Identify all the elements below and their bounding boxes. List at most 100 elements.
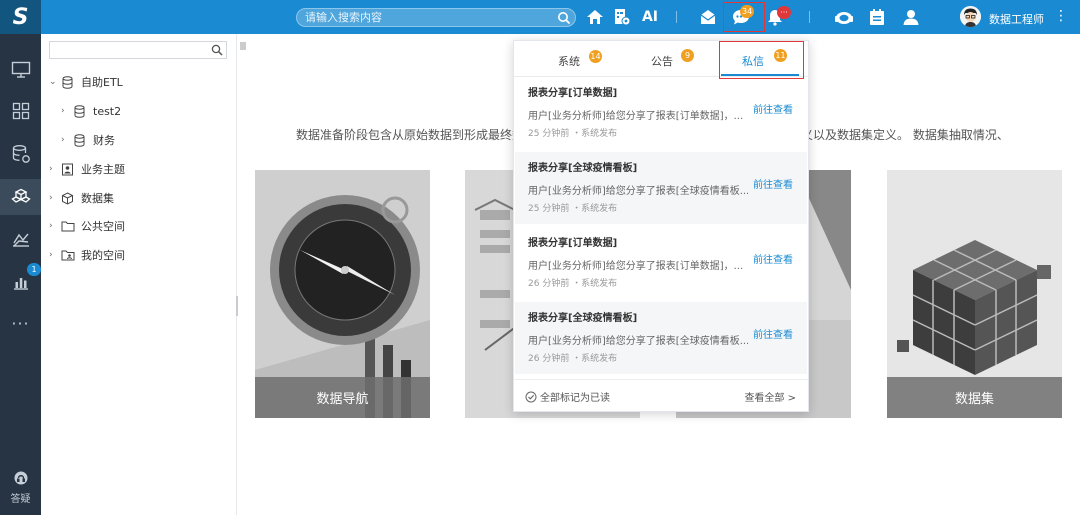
- message-meta: 26 分钟前 ・系统发布: [528, 279, 618, 289]
- logo-text: S: [12, 4, 29, 30]
- layers-chart-icon: [12, 233, 29, 247]
- view-message-link[interactable]: 前往查看: [753, 251, 793, 266]
- app-logo[interactable]: S: [0, 0, 41, 34]
- bar-chart-icon: [13, 278, 28, 290]
- message-body: 用户[业务分析师]给您分享了报表[订单数据]，...: [528, 111, 744, 122]
- card-caption: 数据导航: [255, 377, 430, 418]
- card-data-navigation[interactable]: 数据导航: [255, 170, 430, 418]
- report-settings-icon[interactable]: [612, 7, 632, 27]
- tree-node-public-space[interactable]: › 公共空间: [49, 217, 125, 235]
- avatar[interactable]: [960, 6, 981, 27]
- mark-all-read-label: 全部标记为已读: [540, 393, 610, 404]
- list-item[interactable]: 报表分享[全球疫情看板] 用户[业务分析师]给您分享了报表[全球疫情看板... …: [515, 302, 807, 374]
- monitor-icon: [11, 61, 30, 78]
- chevron-right-icon[interactable]: ›: [49, 221, 61, 231]
- chevron-right-icon[interactable]: ›: [49, 250, 61, 260]
- list-item[interactable]: 报表分享[订单数据] 用户[业务分析师]给您分享了报表[订单数据]，... 前往…: [515, 227, 807, 299]
- message-body: 用户[业务分析师]给您分享了报表[全球疫情看板...: [528, 336, 748, 347]
- ai-icon[interactable]: AI: [640, 7, 660, 27]
- resource-tree-panel: ⌄ 自助ETL › test2 › 财务 › 业务主题 › 数据集 › 公共空间…: [41, 34, 238, 515]
- message-meta: 25 分钟前 ・系统发布: [528, 204, 618, 214]
- home-icon[interactable]: [585, 7, 605, 27]
- tree-search-input[interactable]: [49, 41, 227, 59]
- tree-node-etl[interactable]: ⌄ 自助ETL: [49, 73, 123, 91]
- tab-announcement[interactable]: 公告: [651, 53, 673, 69]
- view-all-link[interactable]: 查看全部 >: [744, 389, 796, 404]
- divider: [676, 11, 677, 23]
- tree-node-my-space[interactable]: › 我的空间: [49, 246, 125, 264]
- tree-node-label: 我的空间: [81, 249, 125, 262]
- message-meta: 25 分钟前 ・系统发布: [528, 129, 618, 139]
- rail-data-prep[interactable]: [0, 179, 41, 215]
- message-title: 报表分享[订单数据]: [528, 238, 618, 249]
- view-message-link[interactable]: 前往查看: [753, 176, 793, 191]
- user-icon[interactable]: [901, 7, 921, 27]
- tree-node-label: 公共空间: [81, 220, 125, 233]
- tab-system[interactable]: 系统: [558, 53, 580, 69]
- more-menu-icon[interactable]: ⋮: [1054, 8, 1068, 24]
- rail-data-source[interactable]: [0, 136, 41, 172]
- intro-text-right: 定义以及数据集定义。 数据集抽取情况、: [789, 128, 1009, 142]
- message-title: 报表分享[全球疫情看板]: [528, 163, 638, 174]
- tree-node-business-topic[interactable]: › 业务主题: [49, 160, 125, 178]
- notification-footer: 全部标记为已读 查看全部 >: [514, 379, 808, 411]
- headset-icon[interactable]: [834, 7, 854, 27]
- active-tab-indicator: [721, 74, 799, 76]
- notification-dropdown: 系统 14 公告 9 私信 11 报表分享[订单数据] 用户[业务分析师]给您分…: [513, 40, 809, 412]
- rail-dashboard[interactable]: [0, 93, 41, 129]
- notification-tabs: 系统 14 公告 9 私信 11: [514, 41, 808, 77]
- user-folder-icon: [61, 248, 77, 262]
- tab-private-message[interactable]: 私信: [742, 53, 764, 69]
- chevron-right-icon[interactable]: ›: [49, 164, 61, 174]
- rail-monitor[interactable]: [0, 52, 41, 88]
- tree-node-label: 数据集: [81, 192, 114, 205]
- more-horizontal-icon: ···: [11, 313, 30, 333]
- tree-node-test2[interactable]: › test2: [61, 102, 121, 120]
- rail-more[interactable]: ···: [0, 305, 41, 341]
- chevron-right-icon[interactable]: ›: [61, 135, 73, 145]
- divider: [809, 11, 810, 23]
- grid-icon: [12, 102, 29, 120]
- column-handle-icon[interactable]: [240, 42, 246, 50]
- chevron-down-icon[interactable]: ⌄: [49, 77, 61, 87]
- message-title: 报表分享[全球疫情看板]: [528, 313, 638, 324]
- global-search: [296, 8, 576, 27]
- card-dataset[interactable]: 数据集: [887, 170, 1062, 418]
- list-item[interactable]: 报表分享[全球疫情看板] 用户[业务分析师]给您分享了报表[全球疫情看板... …: [515, 152, 807, 224]
- top-bar: S AI 34 ··· 数据工程师 ⋮: [0, 0, 1080, 34]
- view-message-link[interactable]: 前往查看: [753, 326, 793, 341]
- check-circle-icon: [525, 391, 537, 402]
- view-message-link[interactable]: 前往查看: [753, 101, 793, 116]
- database-icon: [73, 133, 89, 147]
- user-name[interactable]: 数据工程师: [989, 11, 1044, 27]
- search-input[interactable]: [305, 10, 550, 25]
- rail-analysis[interactable]: [0, 222, 41, 258]
- ai-label: AI: [641, 9, 659, 25]
- cubes-icon: [10, 188, 31, 203]
- list-item[interactable]: 报表分享[订单数据] 用户[业务分析师]给您分享了报表[订单数据]，... 前往…: [515, 77, 807, 149]
- message-title: 报表分享[订单数据]: [528, 88, 618, 99]
- search-icon[interactable]: [211, 44, 223, 56]
- mark-all-read-button[interactable]: 全部标记为已读: [525, 389, 610, 404]
- tab-badge-announcement: 9: [681, 49, 694, 62]
- database-icon: [61, 75, 77, 89]
- database-icon: [73, 104, 89, 118]
- search-icon[interactable]: [557, 11, 571, 25]
- tree-node-dataset[interactable]: › 数据集: [49, 189, 114, 207]
- mail-icon[interactable]: [698, 7, 718, 27]
- message-body: 用户[业务分析师]给您分享了报表[全球疫情看板...: [528, 186, 748, 197]
- tab-badge-private-message: 11: [774, 49, 787, 62]
- chevron-right-icon[interactable]: ›: [61, 106, 73, 116]
- panel-resize-handle[interactable]: [236, 296, 238, 316]
- message-count-badge: 34: [740, 5, 755, 18]
- tree-node-label: 业务主题: [81, 163, 125, 176]
- help-label[interactable]: 答疑: [0, 490, 41, 505]
- chevron-right-icon[interactable]: ›: [49, 193, 61, 203]
- tree-node-finance[interactable]: › 财务: [61, 131, 115, 149]
- folder-icon: [61, 219, 77, 233]
- tree-node-label: 自助ETL: [81, 76, 123, 89]
- tree-node-label: 财务: [93, 134, 115, 147]
- calendar-icon[interactable]: [867, 7, 887, 27]
- topic-icon: [61, 162, 77, 176]
- rail-badge: 1: [27, 263, 41, 276]
